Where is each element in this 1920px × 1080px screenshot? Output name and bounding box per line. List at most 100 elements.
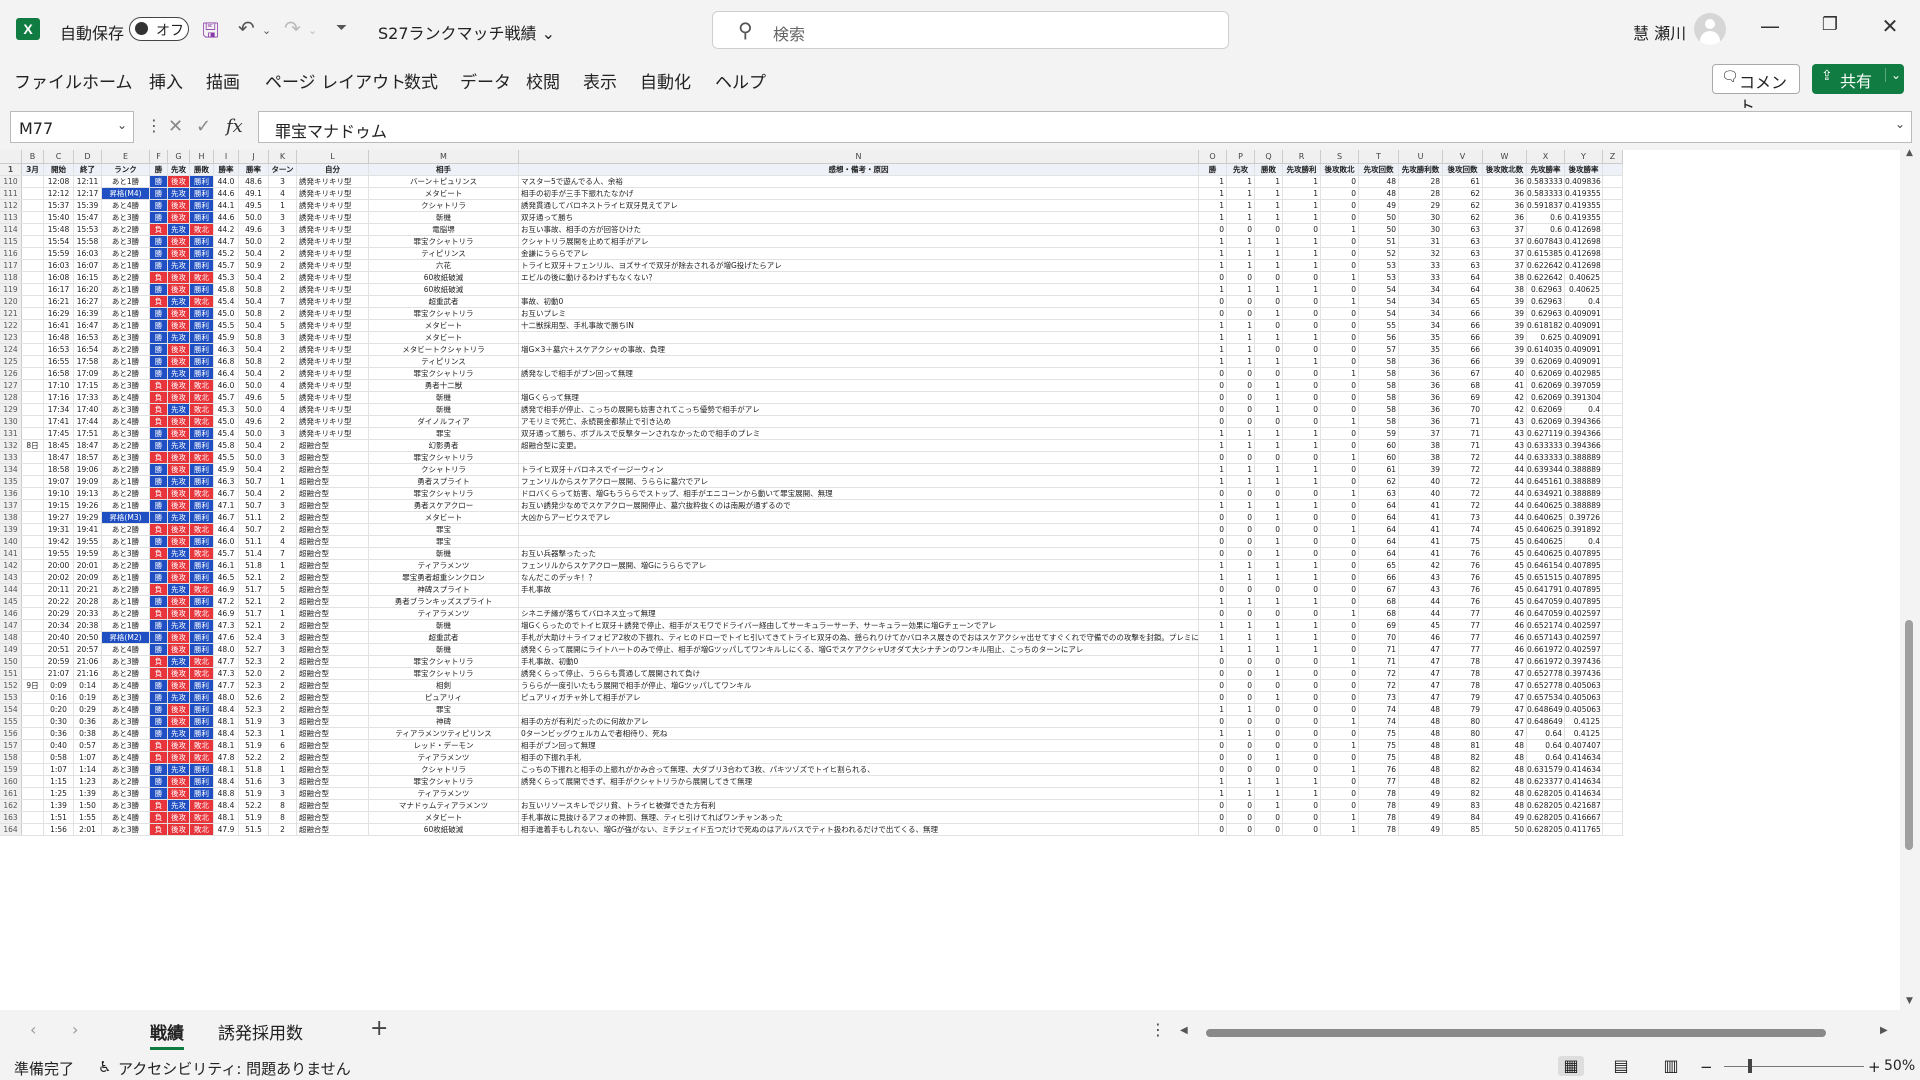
cell[interactable]: 0: [1199, 680, 1227, 691]
cell[interactable]: 1: [1255, 500, 1283, 511]
normal-view-icon[interactable]: ▦: [1558, 1056, 1584, 1076]
cell[interactable]: 0.657143: [1527, 632, 1565, 643]
cell[interactable]: 72: [1359, 680, 1399, 691]
cell[interactable]: 2:01: [74, 824, 102, 835]
cell[interactable]: 0.402597: [1565, 644, 1603, 655]
cell[interactable]: 0.62963: [1527, 308, 1565, 319]
cell[interactable]: [22, 188, 44, 199]
cell[interactable]: 敗北: [190, 548, 214, 559]
cell[interactable]: 38: [1399, 440, 1443, 451]
cell[interactable]: 20:01: [74, 560, 102, 571]
cell[interactable]: 超融合型: [297, 524, 369, 535]
menu-insert[interactable]: 挿入: [149, 68, 183, 93]
cell[interactable]: 46: [1399, 632, 1443, 643]
cell[interactable]: 62: [1443, 212, 1483, 223]
cell[interactable]: 1: [1283, 200, 1321, 211]
cell[interactable]: あと1勝: [102, 572, 150, 583]
cell[interactable]: 48: [1399, 752, 1443, 763]
cell[interactable]: 敗北: [190, 224, 214, 235]
cell[interactable]: あと4勝: [102, 644, 150, 655]
cell[interactable]: [22, 176, 44, 187]
cell[interactable]: 0.6: [1527, 212, 1565, 223]
cell[interactable]: 後攻: [168, 632, 190, 643]
cell[interactable]: 36: [1483, 188, 1527, 199]
cell[interactable]: 勝敗: [190, 164, 214, 175]
cell[interactable]: [22, 572, 44, 583]
cell[interactable]: 0: [1255, 296, 1283, 307]
row-number[interactable]: 112: [0, 200, 22, 211]
cell[interactable]: 50: [1483, 824, 1527, 835]
cell[interactable]: 勝利: [190, 788, 214, 799]
cell[interactable]: 1: [1283, 440, 1321, 451]
cell[interactable]: エビルの後に動けるわけずもなくない？: [519, 272, 1199, 283]
cell[interactable]: 0.4125: [1565, 716, 1603, 727]
cell[interactable]: 超融合型: [297, 752, 369, 763]
cell[interactable]: [1603, 452, 1623, 463]
cell[interactable]: 46.4: [214, 524, 239, 535]
row-number[interactable]: 146: [0, 608, 22, 619]
cell[interactable]: 2: [269, 692, 297, 703]
cell[interactable]: 0: [1227, 740, 1255, 751]
cell[interactable]: 0: [1321, 236, 1359, 247]
cell[interactable]: 勝: [150, 512, 168, 523]
cell[interactable]: 終了: [74, 164, 102, 175]
cell[interactable]: 0.388889: [1565, 500, 1603, 511]
cell[interactable]: 自分: [297, 164, 369, 175]
cell[interactable]: 62: [1359, 476, 1399, 487]
cell[interactable]: 1: [1321, 716, 1359, 727]
cell[interactable]: 後攻: [168, 176, 190, 187]
cell[interactable]: 0.394366: [1565, 440, 1603, 451]
row-number[interactable]: 144: [0, 584, 22, 595]
cell[interactable]: 66: [1443, 344, 1483, 355]
cell[interactable]: 0: [1199, 392, 1227, 403]
row-number[interactable]: 121: [0, 308, 22, 319]
cell[interactable]: 超融合型: [297, 596, 369, 607]
cell[interactable]: 65: [1359, 560, 1399, 571]
cell[interactable]: 43: [1483, 440, 1527, 451]
cell[interactable]: ダイノルフィア: [369, 416, 519, 427]
cell[interactable]: 76: [1443, 548, 1483, 559]
cell[interactable]: 41: [1399, 500, 1443, 511]
cell[interactable]: 0: [1255, 608, 1283, 619]
cell[interactable]: 47.7: [214, 656, 239, 667]
cell[interactable]: 48.4: [214, 704, 239, 715]
cell[interactable]: 64: [1359, 512, 1399, 523]
cell[interactable]: 0: [1227, 680, 1255, 691]
menu-page-layout[interactable]: ページ レイアウト: [265, 68, 406, 93]
cell[interactable]: 17:51: [74, 428, 102, 439]
cell[interactable]: 超融合型: [297, 584, 369, 595]
cell[interactable]: 1: [1255, 512, 1283, 523]
cell[interactable]: 0: [1321, 464, 1359, 475]
cell[interactable]: 超融合型: [297, 704, 369, 715]
cell[interactable]: 45.5: [214, 320, 239, 331]
cell[interactable]: 3: [269, 176, 297, 187]
cell[interactable]: 15:59: [44, 248, 74, 259]
row-number[interactable]: 132: [0, 440, 22, 451]
cell[interactable]: 誘発キリキリ型: [297, 428, 369, 439]
cell[interactable]: [1603, 476, 1623, 487]
cell[interactable]: 15:39: [74, 200, 102, 211]
cell[interactable]: 1: [1199, 620, 1227, 631]
row-number[interactable]: 135: [0, 476, 22, 487]
cell[interactable]: 5: [269, 584, 297, 595]
cell[interactable]: 後攻回数: [1443, 164, 1483, 175]
cell[interactable]: 勝利: [190, 644, 214, 655]
cell[interactable]: 49.6: [239, 392, 269, 403]
cell[interactable]: 0.634921: [1527, 488, 1565, 499]
cell[interactable]: 1: [1199, 500, 1227, 511]
cell[interactable]: 後攻: [168, 464, 190, 475]
cell[interactable]: 48.1: [214, 764, 239, 775]
cell[interactable]: [519, 788, 1199, 799]
cell[interactable]: 0.407895: [1565, 596, 1603, 607]
cell[interactable]: 1: [1227, 440, 1255, 451]
cell[interactable]: 1: [1227, 632, 1255, 643]
restore-icon[interactable]: ❐: [1810, 14, 1850, 35]
column-header-L[interactable]: L: [297, 150, 369, 163]
cell[interactable]: [1603, 464, 1623, 475]
cell[interactable]: 4: [269, 188, 297, 199]
cell[interactable]: 64: [1359, 536, 1399, 547]
cell[interactable]: [22, 356, 44, 367]
cell[interactable]: 0.40625: [1565, 272, 1603, 283]
cell[interactable]: 0: [1227, 416, 1255, 427]
cell[interactable]: 7: [269, 296, 297, 307]
